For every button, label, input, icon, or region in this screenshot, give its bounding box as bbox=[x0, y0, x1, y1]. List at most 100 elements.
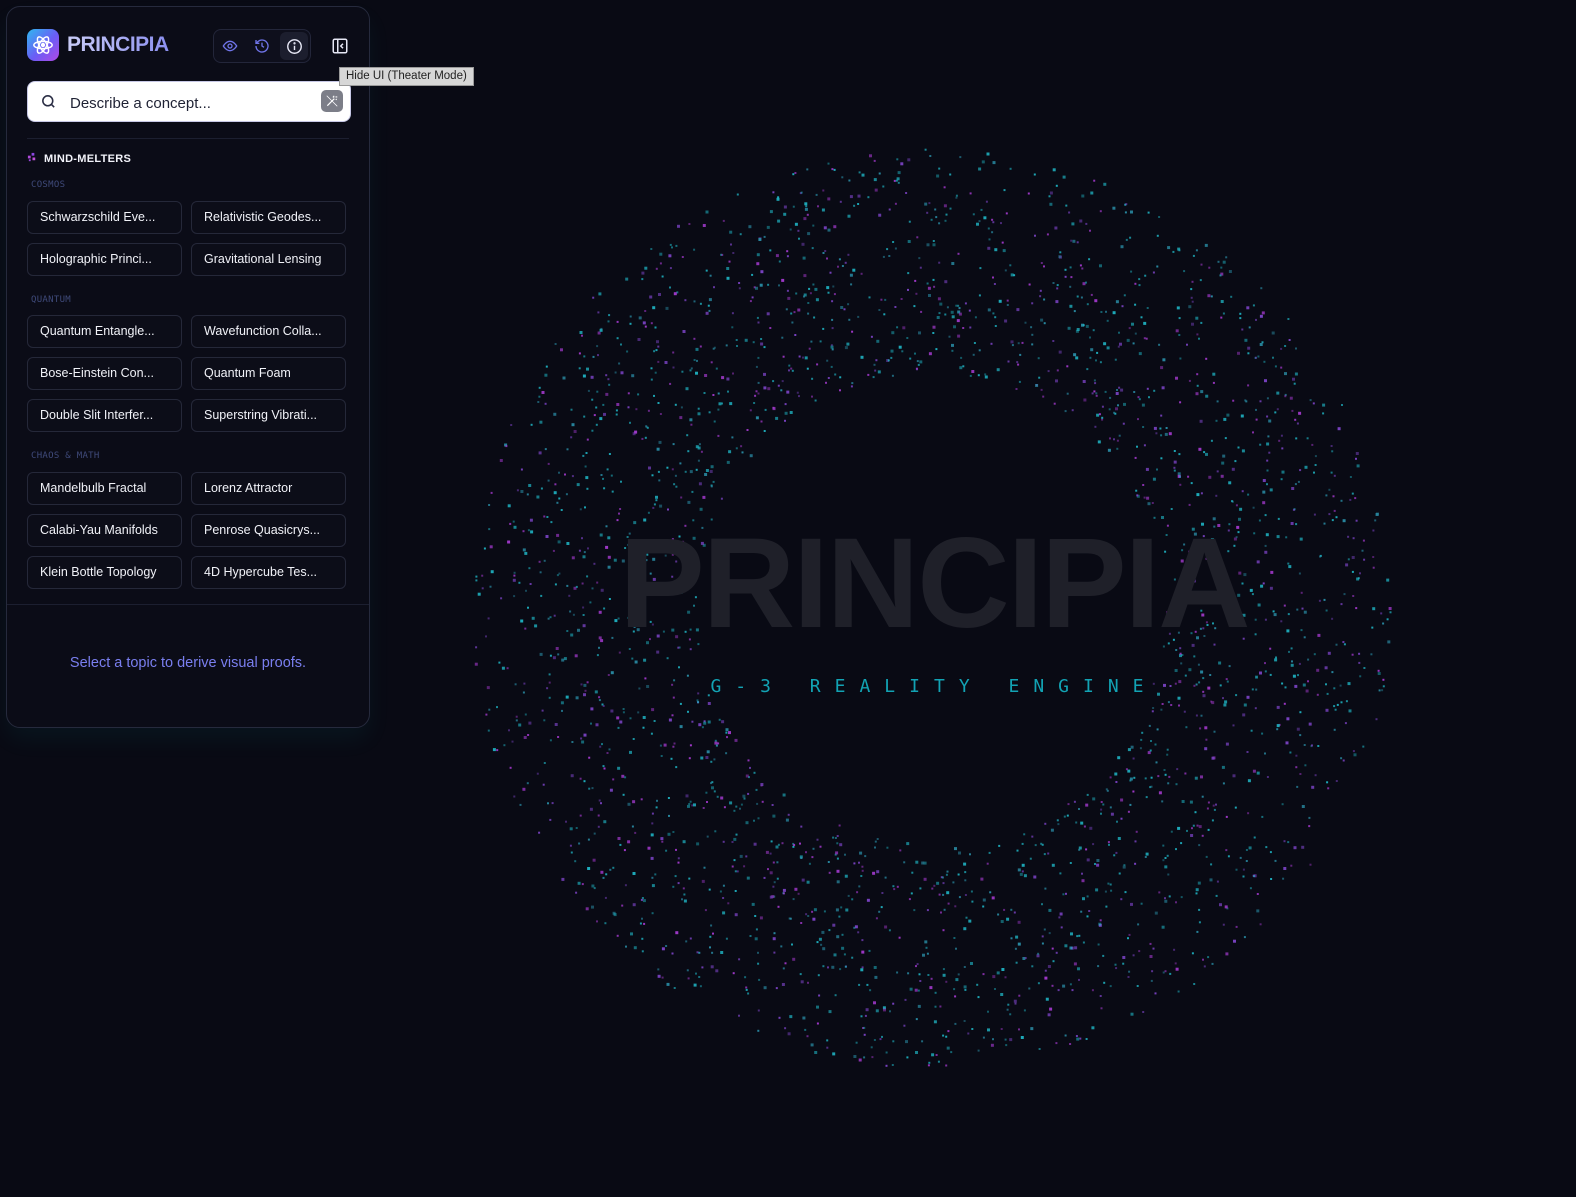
particle-dot bbox=[1101, 416, 1104, 419]
eye-icon[interactable] bbox=[216, 32, 244, 60]
particle-dot bbox=[1069, 266, 1072, 269]
particle-dot bbox=[597, 311, 600, 314]
history-icon[interactable] bbox=[248, 32, 276, 60]
particle-dot bbox=[677, 224, 680, 228]
particle-dot bbox=[1179, 483, 1182, 486]
topic-chip[interactable]: Mandelbulb Fractal bbox=[27, 472, 182, 505]
particle-dot bbox=[1337, 427, 1341, 431]
particle-dot bbox=[1313, 471, 1315, 474]
topic-chip[interactable]: Double Slit Interfer... bbox=[27, 399, 182, 432]
particle-dot bbox=[1239, 317, 1242, 320]
particle-dot bbox=[1058, 350, 1062, 354]
particle-dot bbox=[1179, 357, 1182, 360]
topic-chip[interactable]: Quantum Foam bbox=[191, 357, 346, 390]
particle-dot bbox=[1353, 753, 1357, 757]
particle-dot bbox=[955, 978, 959, 982]
particle-dot bbox=[607, 320, 610, 323]
particle-dot bbox=[1029, 857, 1032, 860]
particle-dot bbox=[917, 363, 920, 366]
particle-dot bbox=[757, 1029, 760, 1032]
topic-chip[interactable]: Klein Bottle Topology bbox=[27, 556, 182, 589]
particle-dot bbox=[598, 699, 601, 702]
particle-dot bbox=[1090, 348, 1094, 352]
particle-dot bbox=[687, 500, 691, 504]
particle-dot bbox=[1136, 494, 1139, 497]
particle-dot bbox=[725, 937, 728, 940]
particle-dot bbox=[923, 877, 927, 881]
particle-dot bbox=[648, 466, 651, 470]
particle-dot bbox=[782, 355, 785, 358]
particle-dot bbox=[808, 347, 811, 350]
particle-dot bbox=[1274, 411, 1277, 414]
topic-chip[interactable]: Bose-Einstein Con... bbox=[27, 357, 182, 390]
particle-dot bbox=[637, 338, 641, 341]
info-icon[interactable] bbox=[280, 32, 308, 60]
particle-dot bbox=[1166, 748, 1169, 751]
topic-chip[interactable]: Gravitational Lensing bbox=[191, 243, 346, 276]
particle-dot bbox=[1269, 647, 1272, 650]
particle-dot bbox=[1328, 488, 1331, 491]
particle-dot bbox=[1065, 204, 1068, 207]
topic-chip[interactable]: Calabi-Yau Manifolds bbox=[27, 514, 182, 547]
particle-dot bbox=[1069, 983, 1072, 986]
particle-dot bbox=[672, 351, 675, 354]
particle-dot bbox=[1075, 356, 1079, 360]
particle-dot bbox=[873, 178, 877, 182]
particle-dot bbox=[806, 880, 810, 884]
particle-dot bbox=[1143, 337, 1146, 340]
particle-dot bbox=[1237, 351, 1240, 355]
topic-chip[interactable]: Relativistic Geodes... bbox=[191, 201, 346, 234]
sidebar-collapse-icon[interactable] bbox=[327, 33, 353, 59]
particle-dot bbox=[1044, 969, 1047, 972]
particle-dot bbox=[974, 316, 977, 319]
particle-dot bbox=[949, 173, 952, 176]
particle-dot bbox=[608, 314, 611, 317]
particle-dot bbox=[1200, 775, 1203, 779]
particle-dot bbox=[722, 911, 726, 915]
particle-dot bbox=[1175, 783, 1178, 786]
topic-chip[interactable]: Holographic Princi... bbox=[27, 243, 182, 276]
particle-dot bbox=[1033, 875, 1037, 879]
topic-chip[interactable]: 4D Hypercube Tes... bbox=[191, 556, 346, 589]
topic-chip[interactable]: Quantum Entangle... bbox=[27, 315, 182, 348]
particle-dot bbox=[778, 284, 780, 287]
particle-dot bbox=[1116, 447, 1119, 450]
topic-chip[interactable]: Schwarzschild Eve... bbox=[27, 201, 182, 234]
particle-dot bbox=[700, 756, 704, 760]
particle-dot bbox=[633, 946, 637, 950]
concept-search-input[interactable] bbox=[68, 90, 312, 116]
particle-dot bbox=[930, 977, 933, 980]
particle-dot bbox=[1018, 1028, 1020, 1031]
particle-dot bbox=[1115, 781, 1118, 783]
particle-dot bbox=[1055, 379, 1058, 383]
topic-chip[interactable]: Wavefunction Colla... bbox=[191, 315, 346, 348]
topic-chip[interactable]: Superstring Vibrati... bbox=[191, 399, 346, 432]
particle-dot bbox=[1225, 952, 1229, 956]
magic-wand-icon[interactable] bbox=[321, 90, 343, 112]
particle-dot bbox=[807, 232, 811, 236]
particle-dot bbox=[924, 202, 928, 206]
particle-dot bbox=[1114, 963, 1117, 966]
particle-dot bbox=[1178, 704, 1180, 707]
particle-dot bbox=[1327, 651, 1331, 655]
particle-dot bbox=[808, 287, 811, 290]
particle-dot bbox=[1052, 340, 1055, 342]
particle-dot bbox=[769, 871, 773, 875]
particle-dot bbox=[1021, 842, 1024, 845]
topic-chip[interactable]: Penrose Quasicrys... bbox=[191, 514, 346, 547]
particle-dot bbox=[1327, 787, 1330, 790]
particle-dot bbox=[1166, 854, 1169, 857]
particle-dot bbox=[564, 473, 566, 476]
particle-dot bbox=[1247, 779, 1251, 783]
particle-dot bbox=[785, 818, 789, 822]
particle-dot bbox=[616, 320, 619, 323]
particle-dot bbox=[1207, 828, 1210, 831]
topic-chip[interactable]: Lorenz Attractor bbox=[191, 472, 346, 505]
particle-dot bbox=[606, 468, 609, 471]
particle-dot bbox=[632, 800, 636, 804]
particle-dot bbox=[1144, 856, 1147, 858]
particle-dot bbox=[727, 390, 729, 393]
particle-dot bbox=[1150, 979, 1153, 982]
particle-dot bbox=[1055, 300, 1059, 304]
particle-dot bbox=[1047, 965, 1051, 968]
